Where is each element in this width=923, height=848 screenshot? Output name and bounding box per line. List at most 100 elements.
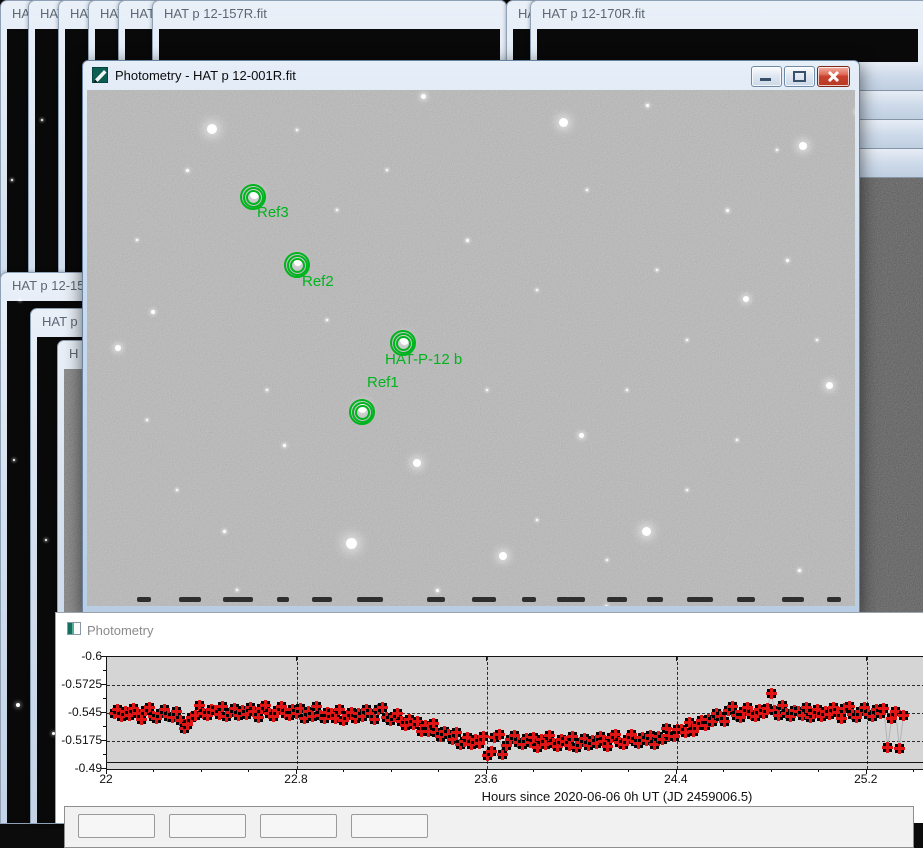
star [799, 142, 807, 150]
x-tick-label: 23.6 [464, 772, 508, 786]
marker-label: Ref3 [257, 204, 289, 221]
window-titlebar[interactable]: HAT p 12-157R.fit [153, 1, 506, 27]
data-point [895, 744, 904, 753]
window-title: HAT p 12-15 [12, 278, 85, 293]
window-title: HAT p 12-157R.fit [164, 6, 267, 21]
image-artifact-dash [223, 597, 253, 602]
x-axis-minor-tick [628, 769, 629, 772]
x-axis-title: Hours since 2020-06-06 0h UT (JD 2459006… [397, 789, 837, 804]
x-axis-minor-tick [391, 769, 392, 772]
star [207, 124, 217, 134]
data-point [495, 730, 504, 739]
window-titlebar[interactable]: Photometry - HAT p 12-001R.fit [83, 61, 859, 90]
data-point [837, 714, 846, 723]
starfield-noise [87, 90, 855, 606]
y-tick-label: -0.6 [57, 649, 102, 663]
photometry-app-icon [92, 67, 108, 83]
y-axis-minor-tick [103, 670, 106, 671]
maximize-button[interactable] [784, 66, 815, 87]
minimize-icon [760, 78, 771, 81]
x-axis-minor-tick [248, 769, 249, 772]
y-tick-label: -0.5725 [57, 677, 102, 691]
star [743, 296, 749, 302]
data-point [498, 750, 507, 759]
image-artifact-dash [472, 597, 496, 602]
chart-window-title: Photometry [87, 623, 153, 638]
data-point [883, 743, 892, 752]
star [413, 459, 421, 467]
image-artifact-dash [137, 597, 151, 602]
data-point [479, 732, 488, 741]
chart-window-icon [67, 622, 81, 640]
chart-toolbar-panel [64, 806, 914, 848]
x-tick-label: 22.8 [274, 772, 318, 786]
data-point [254, 713, 263, 722]
x-axis-minor-tick [438, 769, 439, 772]
x-axis-minor-tick [201, 769, 202, 772]
marker-label: Ref2 [302, 273, 334, 290]
window-controls [751, 66, 850, 87]
close-button[interactable] [817, 66, 850, 87]
photometry-image-window: Photometry - HAT p 12-001R.fit Ref3 Ref2 H… [82, 60, 860, 614]
star [798, 569, 801, 572]
marker-label: HAT-P-12 b [385, 351, 462, 368]
window-title: HAT p [42, 314, 78, 329]
panel-button[interactable] [78, 814, 155, 838]
panel-button[interactable] [169, 814, 246, 838]
photometry-chart-window: Photometry 2222.823.624.425.2-0.6-0.5725… [55, 612, 923, 823]
x-axis-top-tick [866, 657, 867, 661]
data-point [603, 742, 612, 751]
star [499, 552, 507, 560]
x-axis-top-tick [676, 657, 677, 661]
y-tick-label: -0.545 [57, 705, 102, 719]
panel-button[interactable] [260, 814, 337, 838]
star-field-image[interactable]: Ref3Ref2HAT-P-12 bRef1 [87, 90, 855, 606]
data-point [370, 715, 379, 724]
annulus-outer-ring-icon [349, 399, 375, 425]
data-point [137, 715, 146, 724]
star [786, 259, 789, 262]
data-point [879, 704, 888, 713]
image-artifact-dash [522, 597, 536, 602]
window-title: Photometry - HAT p 12-001R.fit [115, 61, 296, 90]
x-tick-label: 24.4 [654, 772, 698, 786]
star [346, 538, 357, 549]
star [186, 169, 189, 172]
star [283, 444, 286, 447]
star [559, 118, 568, 127]
star [115, 345, 121, 351]
window-titlebar[interactable]: HAT p 12-170R.fit [531, 1, 923, 27]
x-axis-minor-tick [581, 769, 582, 772]
panel-button[interactable] [351, 814, 428, 838]
star [646, 104, 649, 107]
minimize-button[interactable] [751, 66, 782, 87]
x-axis-minor-tick [818, 769, 819, 772]
x-axis-top-tick [296, 657, 297, 661]
x-axis-minor-tick [723, 769, 724, 772]
data-point [720, 717, 729, 726]
maximize-icon [793, 71, 806, 82]
x-tick-label: 25.2 [844, 772, 888, 786]
y-axis-minor-tick [103, 754, 106, 755]
y-axis-minor-tick [103, 698, 106, 699]
image-artifact-dash [782, 597, 804, 602]
x-axis-top-tick [106, 657, 107, 661]
y-axis-minor-tick [103, 726, 106, 727]
star [421, 94, 426, 99]
x-axis-top-tick [486, 657, 487, 661]
star [642, 527, 651, 536]
star [466, 239, 469, 242]
star [436, 589, 439, 592]
x-axis-minor-tick [771, 769, 772, 772]
star [726, 209, 729, 212]
image-artifact-dash [427, 597, 445, 602]
star [223, 530, 226, 533]
image-artifact-dash [687, 597, 713, 602]
star [826, 382, 833, 389]
y-tick-label: -0.5175 [57, 733, 102, 747]
image-artifact-dash [357, 597, 383, 602]
window-title: H [69, 346, 78, 361]
light-curve-plot[interactable] [106, 656, 923, 770]
y-tick-label: -0.49 [57, 761, 102, 775]
image-artifact-dash [647, 597, 663, 602]
